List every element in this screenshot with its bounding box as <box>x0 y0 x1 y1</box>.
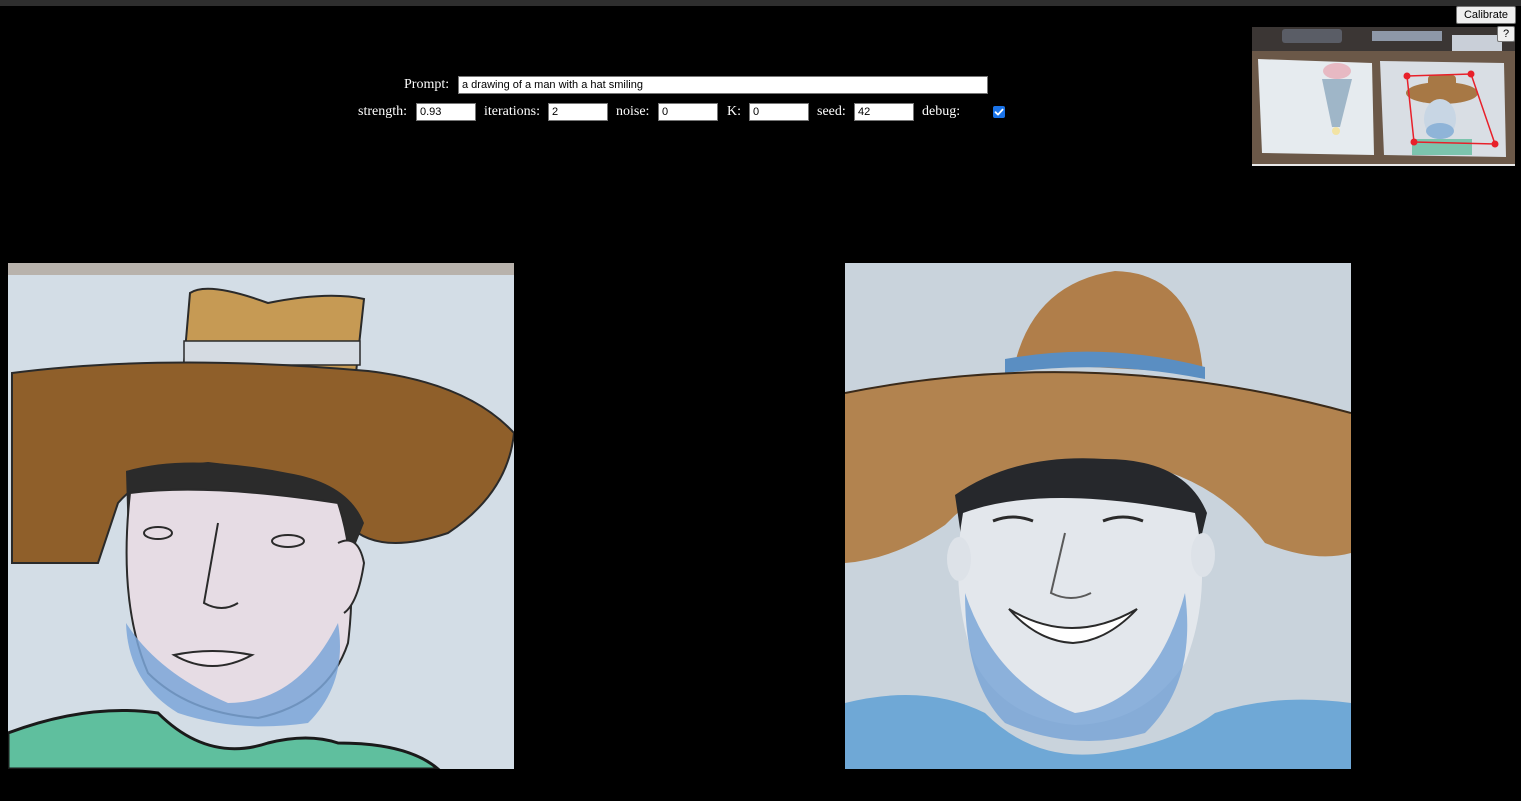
k-input[interactable] <box>749 103 809 121</box>
strength-label: strength: <box>358 104 407 119</box>
noise-input[interactable] <box>658 103 718 121</box>
calibrate-button[interactable]: Calibrate <box>1456 6 1516 24</box>
top-bar <box>0 0 1521 6</box>
iterations-input[interactable] <box>548 103 608 121</box>
checkmark-icon <box>994 108 1004 116</box>
prompt-input[interactable] <box>458 76 988 94</box>
seed-input[interactable] <box>854 103 914 121</box>
input-drawing-image <box>8 263 514 769</box>
debug-checkbox[interactable] <box>993 106 1005 118</box>
strength-input[interactable] <box>416 103 476 121</box>
prompt-label: Prompt: <box>404 77 450 92</box>
k-label: K: <box>727 104 741 119</box>
camera-preview[interactable] <box>1252 27 1515 166</box>
seed-label: seed: <box>817 104 846 119</box>
camera-preview-image <box>1252 27 1515 164</box>
noise-label: noise: <box>616 104 650 119</box>
debug-label: debug: <box>922 104 961 119</box>
help-button[interactable]: ? <box>1497 26 1515 42</box>
iterations-label: iterations: <box>484 104 540 119</box>
generated-output-image <box>845 263 1351 769</box>
